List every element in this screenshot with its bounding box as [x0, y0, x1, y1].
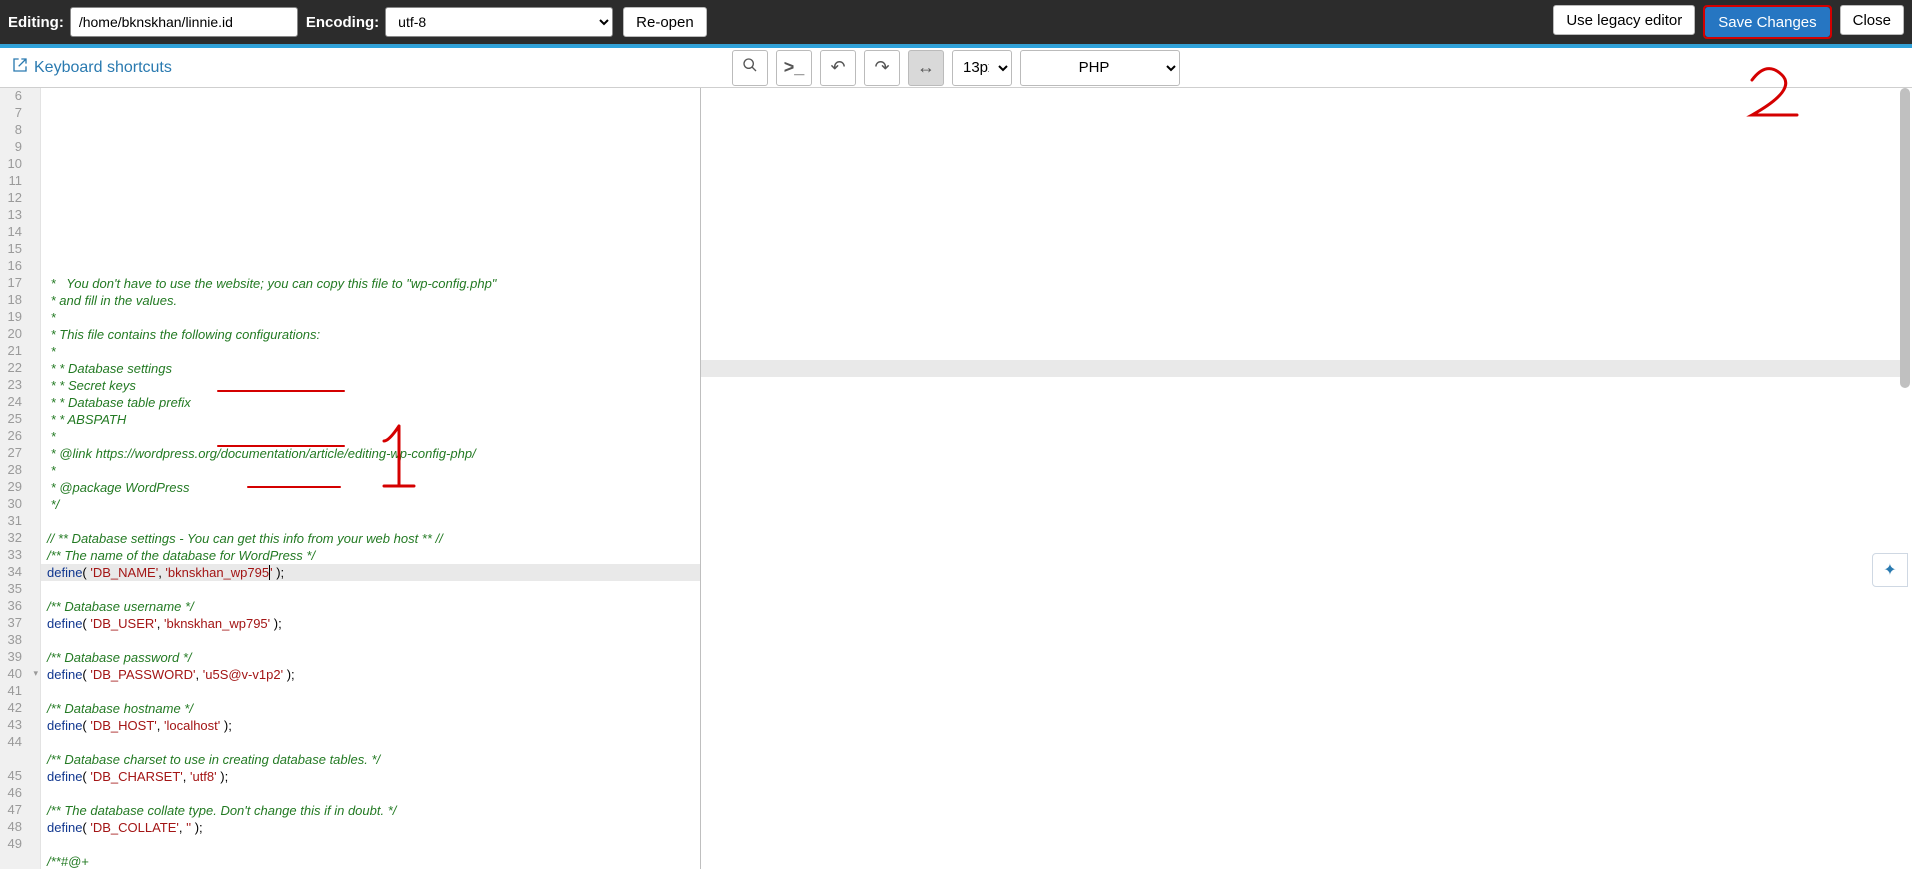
- code-line[interactable]: /** Database hostname */: [47, 700, 700, 717]
- code-line[interactable]: * This file contains the following confi…: [47, 326, 700, 343]
- code-line[interactable]: define( 'DB_NAME', 'bknskhan_wp795' );: [41, 564, 701, 581]
- code-line[interactable]: /**#@+: [47, 853, 700, 869]
- code-line[interactable]: define( 'DB_USER', 'bknskhan_wp795' );: [47, 615, 700, 632]
- search-button[interactable]: [732, 50, 768, 86]
- code-line[interactable]: [47, 785, 700, 802]
- reopen-button[interactable]: Re-open: [623, 7, 707, 37]
- font-size-select[interactable]: 13px: [952, 50, 1012, 86]
- wrap-toggle-button[interactable]: ↔: [908, 50, 944, 86]
- code-line[interactable]: define( 'DB_HOST', 'localhost' );: [47, 717, 700, 734]
- code-line[interactable]: [47, 632, 700, 649]
- assistant-widget[interactable]: ✦: [1872, 553, 1908, 587]
- terminal-icon: >_: [784, 57, 805, 78]
- annotation-number-2: [1742, 60, 1812, 130]
- legacy-editor-button[interactable]: Use legacy editor: [1553, 5, 1695, 35]
- code-line[interactable]: define( 'DB_COLLATE', '' );: [47, 819, 700, 836]
- annotation-underline: [217, 390, 345, 392]
- editing-label: Editing:: [8, 14, 64, 31]
- code-line[interactable]: [47, 581, 700, 598]
- annotation-number-1: [369, 416, 429, 506]
- sparkle-icon: ✦: [1883, 560, 1896, 580]
- undo-button[interactable]: ↶: [820, 50, 856, 86]
- editor-toolbar: Keyboard shortcuts >_ ↶ ↷ ↔ 13px PHP: [0, 46, 1912, 88]
- scrollbar-thumb[interactable]: [1900, 88, 1910, 388]
- code-line[interactable]: define( 'DB_CHARSET', 'utf8' );: [47, 768, 700, 785]
- code-line[interactable]: /** Database username */: [47, 598, 700, 615]
- external-link-icon: [12, 57, 28, 78]
- annotation-underline: [247, 486, 341, 488]
- code-line[interactable]: * and fill in the values.: [47, 292, 700, 309]
- editor-area: 6789101112131415161718192021222324252627…: [0, 88, 1912, 869]
- close-button[interactable]: Close: [1840, 5, 1904, 35]
- line-gutter: 6789101112131415161718192021222324252627…: [0, 88, 41, 869]
- save-changes-button[interactable]: Save Changes: [1705, 7, 1829, 37]
- redo-icon: ↷: [874, 57, 889, 78]
- code-line[interactable]: [47, 683, 700, 700]
- code-line[interactable]: /** The name of the database for WordPre…: [47, 547, 700, 564]
- redo-button[interactable]: ↷: [864, 50, 900, 86]
- code-line[interactable]: /** Database charset to use in creating …: [47, 751, 700, 768]
- annotation-underline: [217, 445, 345, 447]
- code-line[interactable]: define( 'DB_PASSWORD', 'u5S@v-v1p2' );: [47, 666, 700, 683]
- code-content[interactable]: * You don't have to use the website; you…: [41, 88, 701, 869]
- code-line[interactable]: /** The database collate type. Don't cha…: [47, 802, 700, 819]
- code-line[interactable]: *: [47, 343, 700, 360]
- undo-icon: ↶: [830, 57, 845, 78]
- code-line[interactable]: // ** Database settings - You can get th…: [47, 530, 700, 547]
- terminal-button[interactable]: >_: [776, 50, 812, 86]
- code-line[interactable]: *: [47, 309, 700, 326]
- code-line[interactable]: [47, 734, 700, 751]
- wrap-icon: ↔: [917, 57, 935, 78]
- highlight-extension: [701, 360, 1900, 377]
- save-annotation-box: Save Changes: [1703, 5, 1831, 39]
- code-line[interactable]: * You don't have to use the website; you…: [47, 275, 700, 292]
- code-line[interactable]: /** Database password */: [47, 649, 700, 666]
- editor-right-pane: [701, 88, 1912, 869]
- encoding-select[interactable]: utf-8: [385, 7, 613, 37]
- language-select[interactable]: PHP: [1020, 50, 1180, 86]
- keyboard-shortcuts-label: Keyboard shortcuts: [34, 59, 172, 77]
- search-icon: [742, 57, 758, 78]
- editing-path-input[interactable]: [70, 7, 298, 37]
- encoding-label: Encoding:: [306, 14, 379, 31]
- code-line[interactable]: [47, 836, 700, 853]
- code-line[interactable]: * * Secret keys: [47, 377, 700, 394]
- code-line[interactable]: * * Database table prefix: [47, 394, 700, 411]
- top-bar: Editing: Encoding: utf-8 Re-open Use leg…: [0, 0, 1912, 46]
- keyboard-shortcuts-link[interactable]: Keyboard shortcuts: [12, 57, 172, 78]
- center-tools: >_ ↶ ↷ ↔ 13px PHP: [732, 50, 1180, 86]
- vertical-scrollbar[interactable]: [1900, 88, 1910, 869]
- code-line[interactable]: * * Database settings: [47, 360, 700, 377]
- code-line[interactable]: [47, 513, 700, 530]
